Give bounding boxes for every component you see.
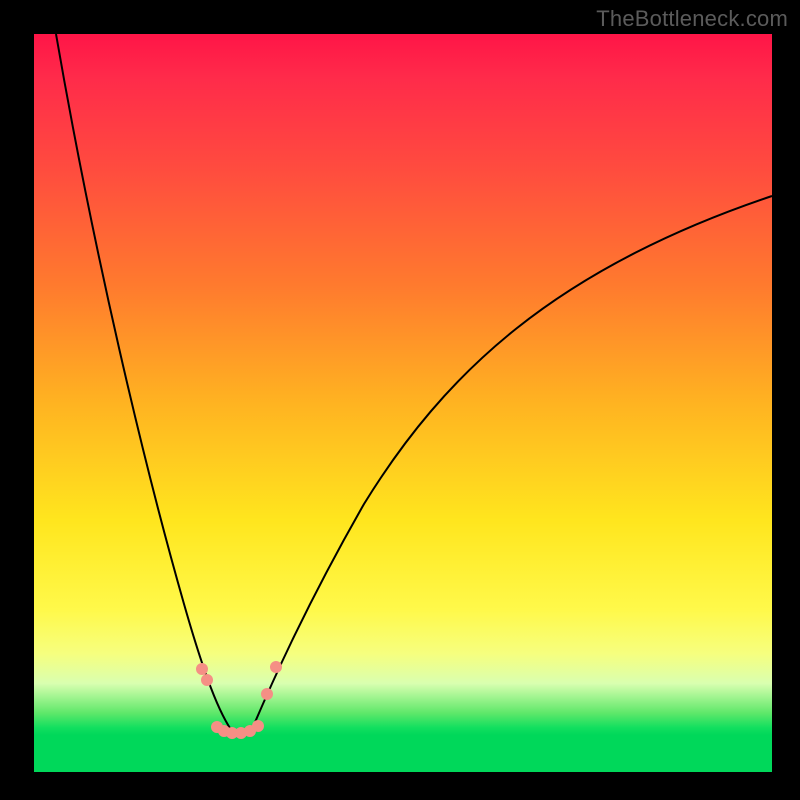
dot	[261, 688, 273, 700]
curve-left	[56, 34, 234, 734]
dot	[201, 674, 213, 686]
chart-frame: TheBottleneck.com	[0, 0, 800, 800]
dot	[196, 663, 208, 675]
curves-svg	[34, 34, 772, 772]
valley-dots	[196, 661, 282, 739]
watermark-text: TheBottleneck.com	[596, 6, 788, 32]
plot-area	[34, 34, 772, 772]
dot	[270, 661, 282, 673]
dot	[252, 720, 264, 732]
curve-right	[250, 196, 772, 734]
